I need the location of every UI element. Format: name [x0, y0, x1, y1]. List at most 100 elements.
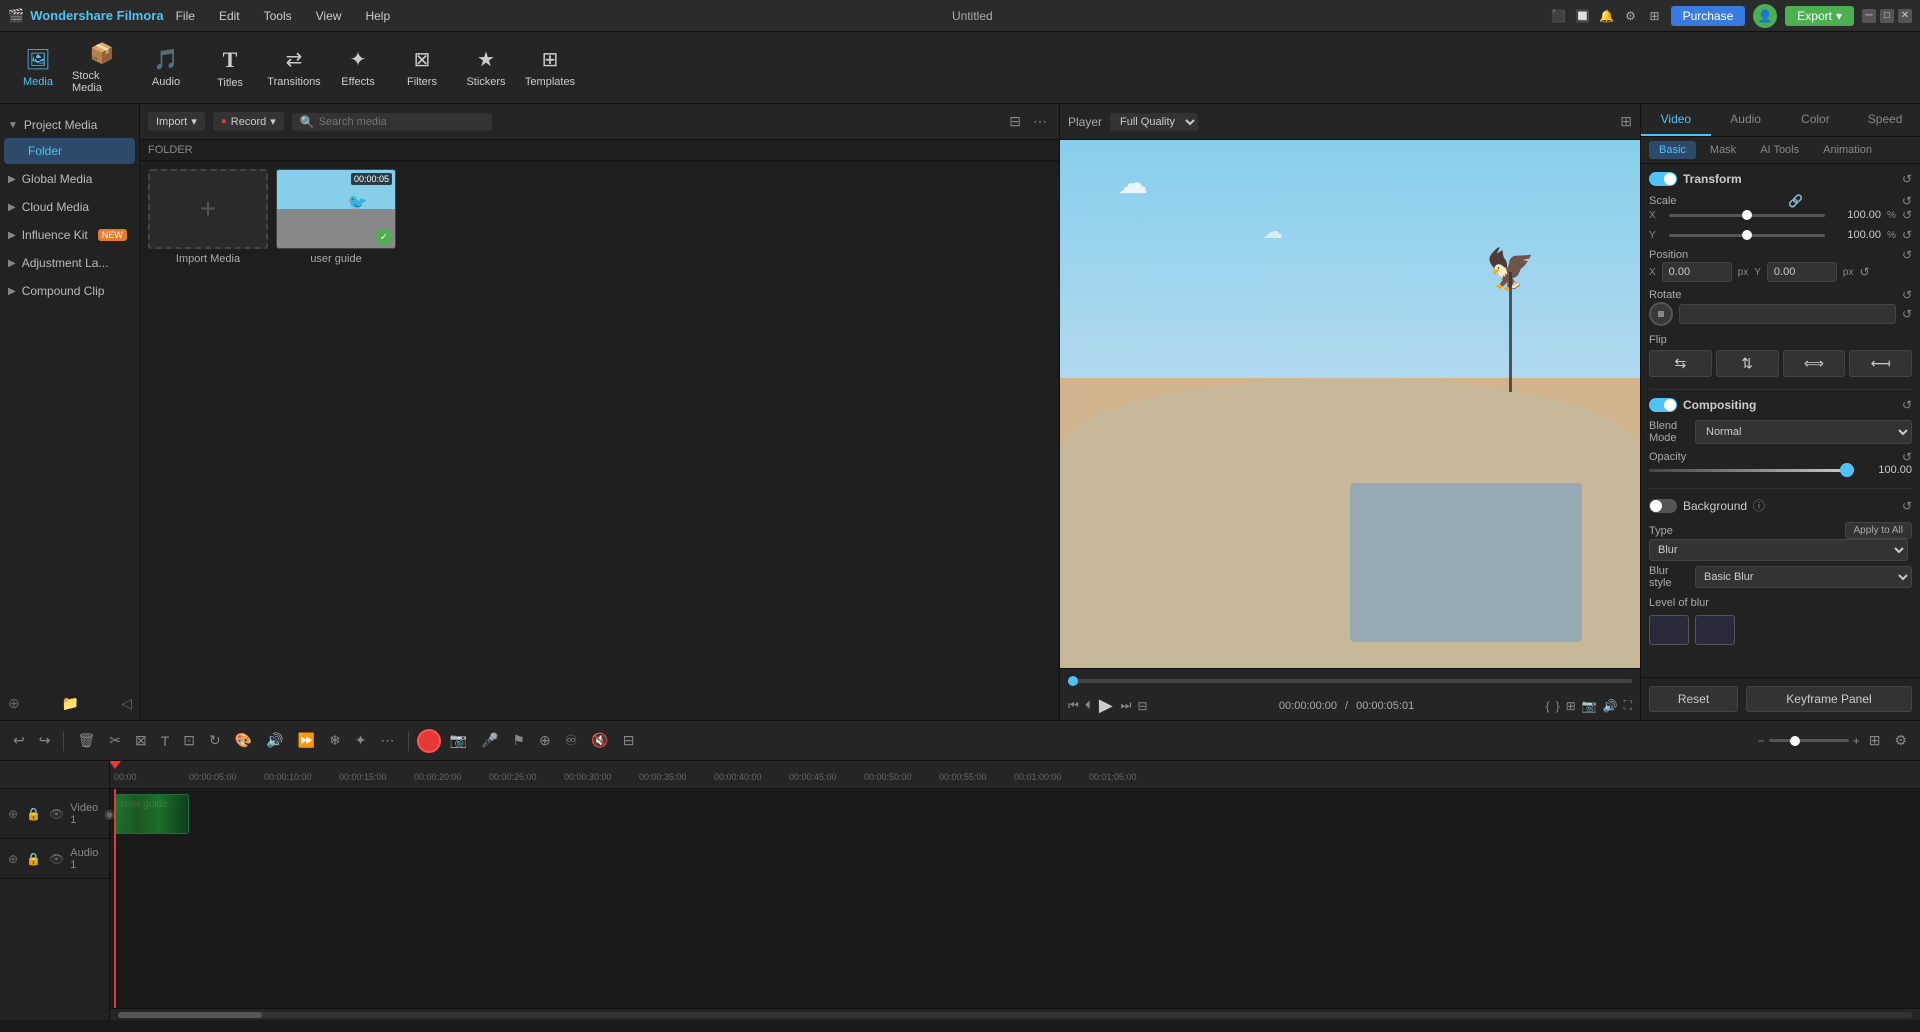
zoom-in-icon[interactable]: + [1853, 734, 1860, 748]
flip-v-button[interactable]: ⇅ [1716, 350, 1779, 377]
toolbar-stock-media[interactable]: 📦 Stock Media [72, 38, 132, 98]
tl-rotate-button[interactable]: ↻ [204, 729, 226, 752]
scale-x-reset[interactable]: ↺ [1902, 208, 1912, 222]
scale-y-slider[interactable] [1669, 234, 1825, 237]
flip-v2-button[interactable]: ⟻ [1849, 350, 1912, 377]
tab-audio[interactable]: Audio [1711, 104, 1781, 136]
tl-undo-button[interactable]: ↩ [8, 729, 30, 752]
blur-thumb-2[interactable] [1695, 615, 1735, 645]
record-button[interactable]: ● Record ▾ [213, 112, 284, 131]
reset-button[interactable]: Reset [1649, 686, 1738, 712]
tab-color[interactable]: Color [1781, 104, 1851, 136]
background-reset-icon[interactable]: ↺ [1902, 499, 1912, 513]
position-reset-icon[interactable]: ↺ [1902, 248, 1912, 262]
transform-reset-icon[interactable]: ↺ [1902, 172, 1912, 186]
track-eye-icon[interactable]: 👁 [47, 805, 66, 823]
step-forward-button[interactable]: ⏭ [1121, 698, 1132, 713]
tl-delete-button[interactable]: 🗑 [72, 729, 100, 752]
panel-collapse-icon[interactable]: ◁ [121, 695, 132, 712]
maximize-button[interactable]: □ [1880, 9, 1894, 23]
volume-button[interactable]: 🔊 [1603, 698, 1618, 713]
h-scrollbar[interactable] [118, 1012, 1912, 1018]
rotate-value-input[interactable]: 0.00° [1679, 304, 1896, 324]
tl-split-button[interactable]: ⊠ [130, 729, 152, 752]
mark-out-button[interactable]: } [1556, 698, 1560, 713]
project-media-header[interactable]: ▼ Project Media [0, 112, 139, 138]
position-reset-2[interactable]: ↺ [1859, 265, 1869, 279]
video-clip[interactable]: user guide [114, 794, 189, 834]
tl-ai-button[interactable]: ✦ [350, 729, 372, 752]
subtab-animation[interactable]: Animation [1813, 141, 1882, 159]
position-x-input[interactable] [1662, 262, 1732, 282]
titlebar-icon-4[interactable]: ⚙ [1623, 8, 1639, 24]
tl-mic-button[interactable]: 🎤 [476, 729, 503, 752]
toolbar-stickers[interactable]: ★ Stickers [456, 38, 516, 98]
global-media-header[interactable]: ▶ Global Media [0, 166, 139, 192]
rotate-reset-2[interactable]: ↺ [1902, 307, 1912, 321]
background-toggle[interactable] [1649, 499, 1677, 513]
tl-auto-button[interactable]: ♾ [560, 729, 583, 752]
audio-track-eye-icon[interactable]: 👁 [47, 850, 66, 868]
menu-help[interactable]: Help [361, 7, 394, 25]
toolbar-effects[interactable]: ✦ Effects [328, 38, 388, 98]
titlebar-icon-1[interactable]: ⬛ [1551, 8, 1567, 24]
subtab-basic[interactable]: Basic [1649, 141, 1696, 159]
blur-style-select[interactable]: Basic Blur [1695, 566, 1912, 588]
mark-in-button[interactable]: { [1546, 698, 1550, 713]
flip-h2-button[interactable]: ⟺ [1783, 350, 1846, 377]
panel-folder-icon[interactable]: 📁 [62, 695, 79, 712]
toolbar-transitions[interactable]: ⇄ Transitions [264, 38, 324, 98]
screenshot-button[interactable]: 📷 [1582, 698, 1597, 713]
blur-type-select[interactable]: Blur [1649, 539, 1908, 561]
audio-track-add-icon[interactable]: ⊕ [6, 850, 20, 868]
import-media-item[interactable]: + Import Media [148, 169, 268, 265]
toolbar-templates[interactable]: ⊞ Templates [520, 38, 580, 98]
tl-marker-button[interactable]: ⚑ [507, 729, 530, 752]
tl-layout-button[interactable]: ⊞ [1864, 729, 1886, 752]
track-add-icon[interactable]: ⊕ [6, 805, 20, 823]
menu-tools[interactable]: Tools [260, 7, 296, 25]
link-icon[interactable]: 🔗 [1788, 194, 1803, 208]
h-scrollbar-thumb[interactable] [118, 1012, 262, 1018]
tl-cam-button[interactable]: 📷 [445, 729, 472, 752]
track-lock-icon[interactable]: 🔒 [24, 805, 43, 823]
quality-select[interactable]: Full Quality [1110, 113, 1198, 131]
preview-timeline[interactable] [1068, 673, 1632, 689]
minimize-button[interactable]: ─ [1862, 9, 1876, 23]
tab-speed[interactable]: Speed [1850, 104, 1920, 136]
step-back-button[interactable]: ⏴ [1085, 698, 1091, 713]
tl-freeze-button[interactable]: ❄ [324, 729, 346, 752]
titlebar-icon-2[interactable]: 🔲 [1575, 8, 1591, 24]
keyframe-panel-button[interactable]: Keyframe Panel [1746, 686, 1912, 712]
scale-y-reset[interactable]: ↺ [1902, 228, 1912, 242]
adjustment-header[interactable]: ▶ Adjustment La... [0, 250, 139, 276]
tl-color-button[interactable]: 🎨 [230, 729, 257, 752]
tl-settings-button[interactable]: ⚙ [1889, 729, 1912, 752]
fullscreen-button[interactable]: ⛶ [1624, 698, 1632, 713]
more-options-icon[interactable]: ⋯ [1029, 111, 1051, 132]
skip-back-button[interactable]: ⏮ [1068, 698, 1079, 713]
toolbar-filters[interactable]: ⊠ Filters [392, 38, 452, 98]
export-button[interactable]: Export ▾ [1785, 6, 1854, 26]
compositing-reset-icon[interactable]: ↺ [1902, 398, 1912, 412]
import-button[interactable]: Import ▾ [148, 112, 205, 131]
tl-ripple-button[interactable]: ⊟ [618, 729, 640, 752]
sidebar-item-folder[interactable]: Folder [4, 138, 135, 164]
user-avatar[interactable]: 👤 [1753, 4, 1777, 28]
tl-crop-button[interactable]: ⊡ [178, 729, 200, 752]
panel-add-icon[interactable]: ⊕ [8, 695, 20, 712]
tl-speed-button[interactable]: ⏩ [293, 729, 320, 752]
insert-button[interactable]: ⊞ [1566, 698, 1576, 713]
user-guide-item[interactable]: 00:00:05 ✓ 🐦 user guide [276, 169, 396, 265]
tl-silent-button[interactable]: 🔇 [586, 729, 613, 752]
position-y-input[interactable] [1767, 262, 1837, 282]
info-icon[interactable]: ⓘ [1753, 497, 1765, 514]
close-button[interactable]: ✕ [1898, 9, 1912, 23]
subtab-mask[interactable]: Mask [1700, 141, 1746, 159]
influence-kit-header[interactable]: ▶ Influence Kit NEW [0, 222, 139, 248]
opacity-slider[interactable] [1649, 469, 1854, 472]
toolbar-media[interactable]: 🖼 Media [8, 38, 68, 98]
flip-h-button[interactable]: ⇆ [1649, 350, 1712, 377]
rotate-circle[interactable] [1649, 302, 1673, 326]
tl-cut-button[interactable]: ✂ [104, 729, 126, 752]
